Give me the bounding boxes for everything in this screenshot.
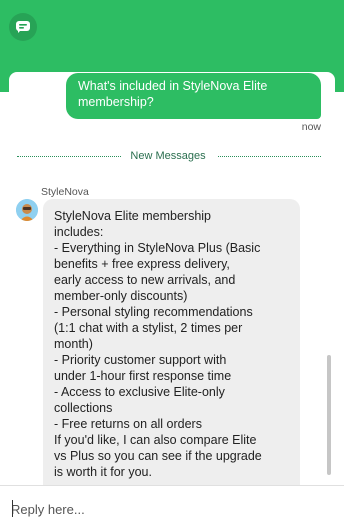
reply-input[interactable] — [11, 498, 331, 520]
user-message-bubble: What's included in StyleNova Elite membe… — [66, 73, 321, 119]
message-panel[interactable]: What's included in StyleNova Elite membe… — [9, 72, 335, 485]
bot-message-line: - Priority customer support with — [54, 353, 227, 367]
bot-message-line: early access to new arrivals, and — [54, 273, 236, 287]
bot-message-line: (1:1 chat with a stylist, 2 times per — [54, 321, 243, 335]
bot-message-line: member-only discounts) — [54, 289, 188, 303]
bot-avatar-icon — [16, 199, 38, 221]
text-caret — [12, 500, 13, 517]
bot-message-line: under 1-hour first response time — [54, 369, 232, 383]
bot-message-line: benefits + free express delivery, — [54, 257, 230, 271]
bot-message-line: - Free returns on all orders — [54, 417, 202, 431]
bot-sender-name: StyleNova — [41, 186, 89, 198]
bot-message-line: vs Plus so you can see if the upgrade — [54, 449, 262, 463]
divider-line-right — [218, 156, 321, 157]
bot-message-line: is worth it for you. — [54, 465, 152, 479]
bot-message-line: StyleNova Elite membership — [54, 209, 212, 223]
bot-message-line: month) — [54, 337, 93, 351]
bot-message-line: - Personal styling recommendations — [54, 305, 253, 319]
bot-message-line: collections — [54, 401, 113, 415]
chat-bubble-icon[interactable] — [9, 13, 37, 41]
scrollbar-thumb[interactable] — [327, 355, 331, 475]
user-message-line: What's included in StyleNova Elite — [78, 79, 268, 93]
reply-composer — [0, 485, 344, 531]
user-message-line: membership? — [78, 95, 154, 109]
bot-message-line: - Everything in StyleNova Plus (Basic — [54, 241, 261, 255]
bot-message-line: If you'd like, I can also compare Elite — [54, 433, 257, 447]
message-timestamp: now — [301, 121, 321, 133]
bot-message-line: includes: — [54, 225, 104, 239]
bot-message-line: - Access to exclusive Elite-only — [54, 385, 225, 399]
bot-message-bubble: StyleNova Elite membership includes: - E… — [43, 199, 300, 485]
